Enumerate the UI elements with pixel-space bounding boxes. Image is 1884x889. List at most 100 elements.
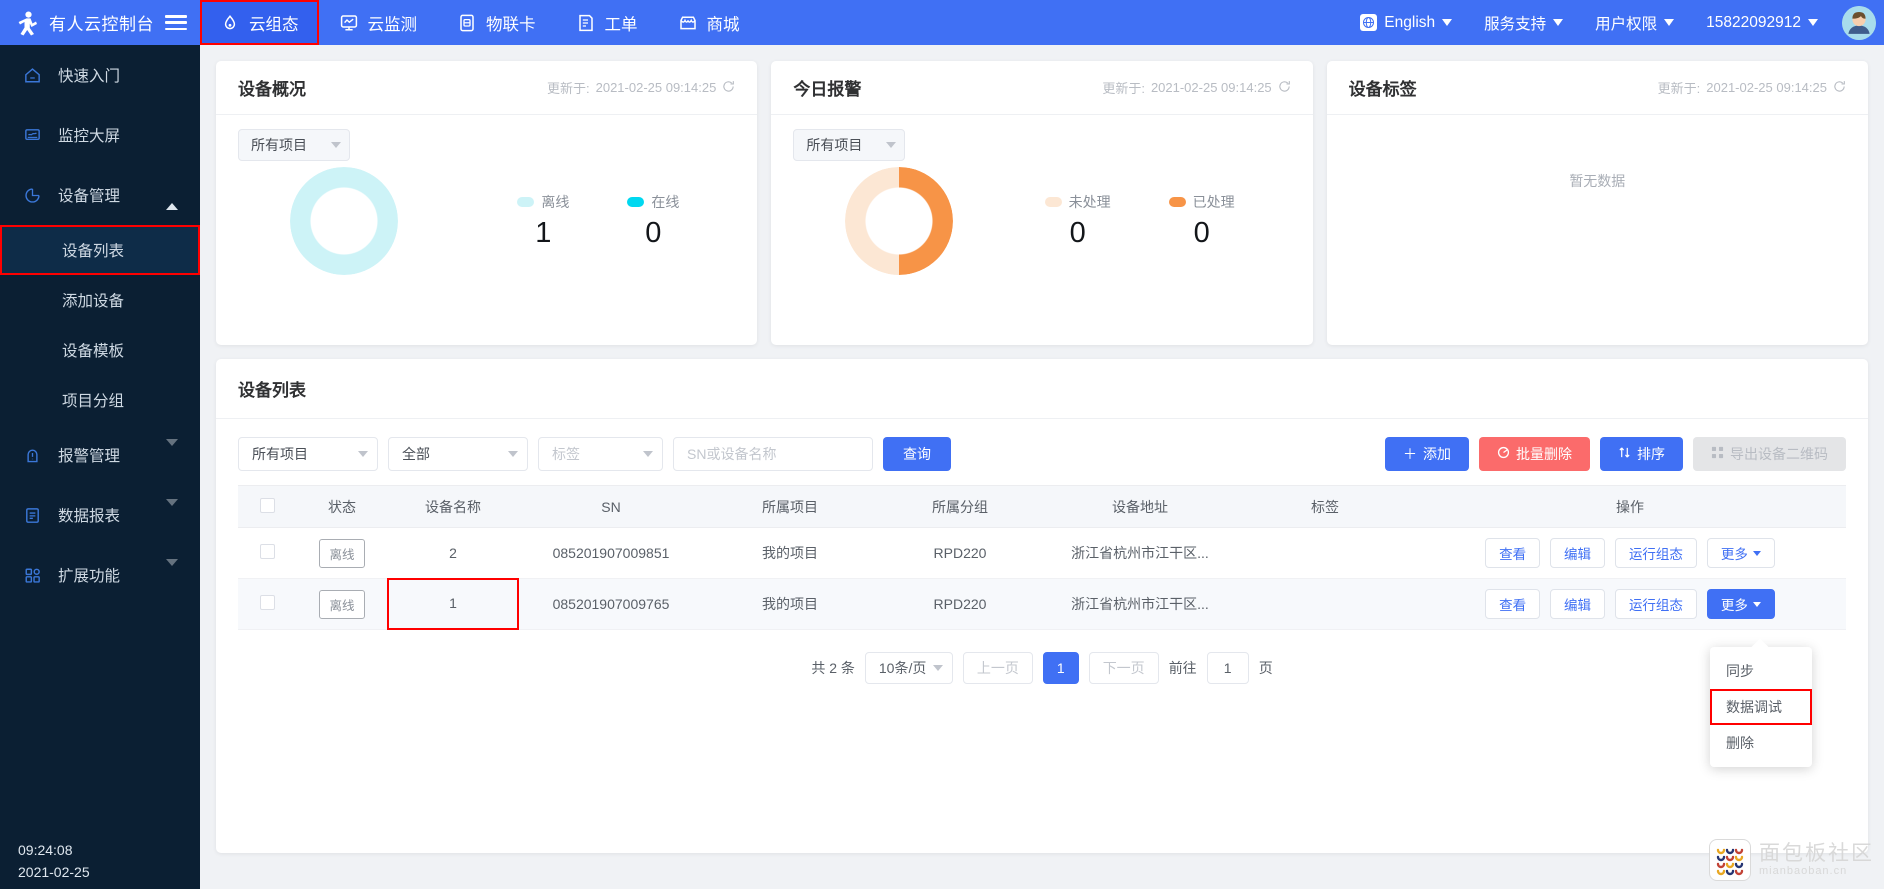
goto-page-input[interactable]: 1 [1206, 652, 1249, 684]
sort-button[interactable]: 排序 [1600, 437, 1683, 471]
search-input[interactable]: SN或设备名称 [673, 437, 873, 471]
cell-status: 离线 [296, 578, 388, 630]
legend-item-handled: 已处理 0 [1168, 192, 1235, 250]
sidebar-item-add-device[interactable]: 添加设备 [0, 275, 200, 325]
tag-filter-select[interactable]: 标签 [538, 437, 663, 471]
sidebar-item-label: 报警管理 [58, 448, 121, 465]
account-menu[interactable]: 15822092912 [1690, 14, 1834, 32]
plus-icon: ＋ [1403, 446, 1417, 462]
add-device-button[interactable]: ＋ 添加 [1385, 437, 1469, 471]
sim-card-icon [457, 13, 477, 33]
empty-state-text: 暂无数据 [1569, 173, 1626, 189]
refresh-icon[interactable] [1833, 80, 1846, 96]
legend-value: 0 [1193, 217, 1210, 249]
legend-top: 未处理 [1044, 192, 1111, 212]
legend-label: 已处理 [1192, 194, 1235, 210]
project-filter-select[interactable]: 所有项目 [238, 437, 378, 471]
donut-chart-row: 离线 1 在线 0 [238, 167, 735, 275]
dropdown-item-data-debug[interactable]: 数据调试 [1710, 689, 1812, 725]
refresh-icon[interactable] [1278, 80, 1291, 96]
status-filter-select[interactable]: 全部 [388, 437, 528, 471]
panel-header: 设备列表 [216, 359, 1868, 419]
refresh-icon[interactable] [722, 80, 735, 96]
sidebar-item-dashboard[interactable]: 监控大屏 [0, 105, 200, 165]
col-status: 状态 [296, 485, 388, 528]
watermark-cn: 面包板社区 [1759, 842, 1874, 865]
sidebar-sub-label: 添加设备 [62, 293, 125, 310]
col-project: 所属项目 [704, 485, 876, 528]
permission-menu[interactable]: 用户权限 [1579, 12, 1690, 34]
export-qrcode-button[interactable]: 导出设备二维码 [1693, 437, 1846, 471]
sidebar-item-device-list[interactable]: 设备列表 [0, 225, 200, 275]
more-button-active[interactable]: 更多 [1706, 589, 1775, 619]
legend-color-chip [1044, 197, 1062, 207]
tab-cloud-monitor[interactable]: 云监测 [319, 0, 438, 45]
batch-delete-button[interactable]: 批量删除 [1479, 437, 1590, 471]
sidebar-item-device-template[interactable]: 设备模板 [0, 325, 200, 375]
watermark-text: 面包板社区 mianbaoban.cn [1759, 842, 1874, 878]
cell-sn: 085201907009851 [518, 527, 704, 579]
view-button[interactable]: 查看 [1485, 589, 1541, 619]
button-label: 排序 [1637, 446, 1665, 462]
edit-button[interactable]: 编辑 [1550, 589, 1606, 619]
edit-button[interactable]: 编辑 [1550, 538, 1606, 568]
home-icon [20, 66, 44, 85]
tab-mall[interactable]: 商城 [658, 0, 760, 45]
goto-prefix: 前往 [1168, 660, 1197, 676]
sidebar-item-label: 数据报表 [58, 508, 121, 525]
sidebar-item-quickstart[interactable]: 快速入门 [0, 45, 200, 105]
sidebar-item-alarm-management[interactable]: 报警管理 [0, 425, 200, 485]
language-switcher[interactable]: English [1344, 14, 1468, 32]
card-body: 暂无数据 [1327, 115, 1868, 191]
sidebar-sub-label: 设备列表 [62, 243, 125, 260]
sidebar-item-extensions[interactable]: 扩展功能 [0, 545, 200, 605]
watermark: 面包板社区 mianbaoban.cn [1709, 839, 1874, 881]
tab-cloud-scada[interactable]: 云组态 [200, 0, 319, 45]
tab-work-order[interactable]: 工单 [556, 0, 658, 45]
search-button[interactable]: 查询 [883, 437, 951, 471]
run-scada-button[interactable]: 运行组态 [1614, 538, 1697, 568]
button-label: 批量删除 [1516, 446, 1572, 462]
prev-page-button[interactable]: 上一页 [962, 652, 1033, 684]
select-value: 所有项目 [806, 137, 863, 153]
page-size-select[interactable]: 10条/页 [864, 652, 953, 684]
grid-icon [20, 566, 44, 585]
monitor-icon [339, 13, 359, 33]
more-button[interactable]: 更多 [1706, 538, 1775, 568]
view-button[interactable]: 查看 [1485, 538, 1541, 568]
support-menu[interactable]: 服务支持 [1468, 12, 1579, 34]
row-checkbox[interactable] [259, 595, 275, 610]
select-all-checkbox[interactable] [259, 497, 275, 513]
sidebar-item-label: 扩展功能 [58, 568, 121, 585]
legend-color-chip [1168, 197, 1186, 207]
device-name-highlight: 1 [387, 578, 519, 630]
project-filter-select[interactable]: 所有项目 [793, 129, 906, 161]
project-filter-select[interactable]: 所有项目 [238, 129, 350, 161]
clock-time: 09:24:08 [18, 842, 73, 858]
total-count: 共 2 条 [811, 660, 855, 676]
table-row: 离线 2 085201907009851 我的项目 RPD220 浙江省杭州市江… [238, 527, 1846, 579]
dropdown-item-delete[interactable]: 删除 [1710, 725, 1812, 761]
tab-iot-card[interactable]: 物联卡 [437, 0, 556, 45]
sidebar-item-data-report[interactable]: 数据报表 [0, 485, 200, 545]
page-number-1[interactable]: 1 [1042, 652, 1079, 684]
next-page-button[interactable]: 下一页 [1088, 652, 1159, 684]
dropdown-item-sync[interactable]: 同步 [1710, 653, 1812, 689]
device-table: 状态 设备名称 SN 所属项目 所属分组 设备地址 标签 操作 离线 2 085… [238, 485, 1846, 630]
card-header: 设备概况 更新于: 2021-02-25 09:14:25 [216, 61, 758, 115]
sidebar-item-project-group[interactable]: 项目分组 [0, 375, 200, 425]
run-scada-button[interactable]: 运行组态 [1614, 589, 1697, 619]
sidebar-item-device-management[interactable]: 设备管理 [0, 165, 200, 225]
device-list-panel: 设备列表 所有项目 全部 标签 SN或设备名称 查询 ＋ 添加 批量删除 排序 … [216, 359, 1868, 853]
legend-value: 0 [645, 217, 662, 249]
donut-legend: 未处理 0 已处理 0 [1044, 192, 1235, 250]
chevron-down-icon [358, 451, 368, 457]
document-icon [576, 13, 596, 33]
hamburger-icon[interactable] [165, 15, 187, 30]
legend-label: 离线 [541, 194, 570, 210]
card-today-alarm: 今日报警 更新于: 2021-02-25 09:14:25 所有项目 未处理 0… [771, 61, 1313, 345]
avatar[interactable] [1842, 5, 1876, 40]
main-content: 设备概况 更新于: 2021-02-25 09:14:25 所有项目 离线 1 … [200, 45, 1884, 889]
brand-area[interactable]: 有人云控制台 [0, 10, 200, 36]
row-checkbox[interactable] [259, 544, 275, 559]
